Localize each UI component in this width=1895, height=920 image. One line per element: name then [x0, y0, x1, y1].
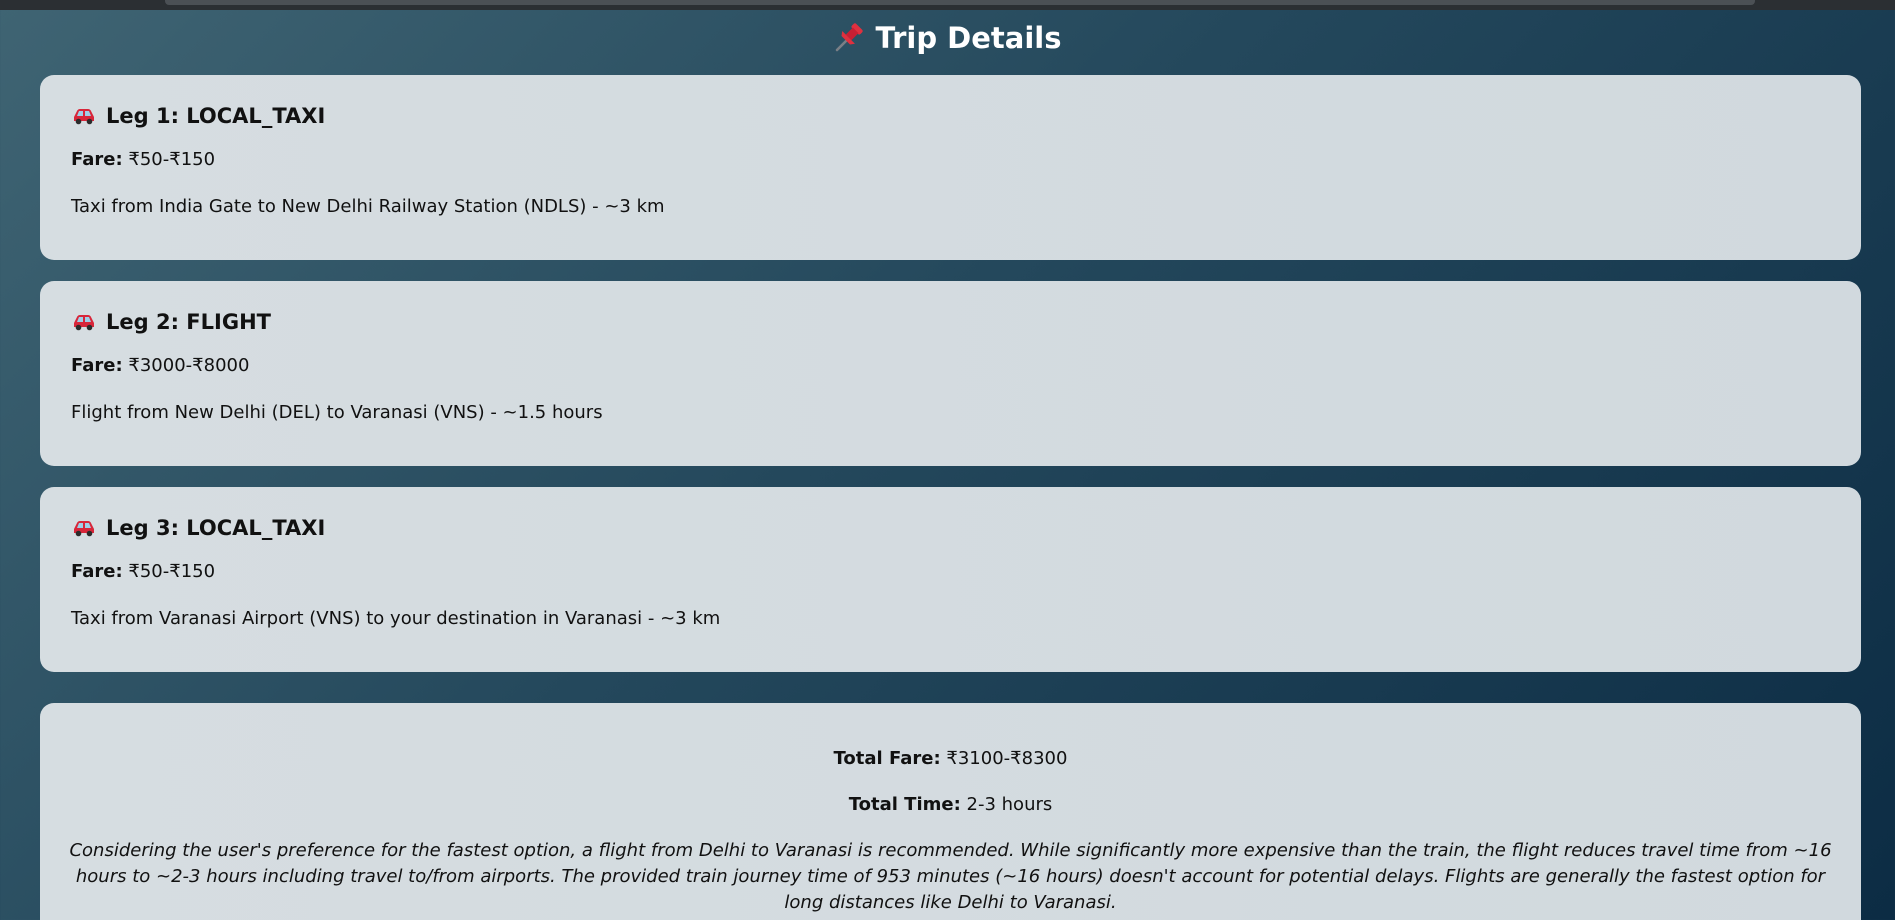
leg-description: Taxi from India Gate to New Delhi Railwa… — [71, 196, 665, 217]
leg-fare: Fare: ₹50-₹150 — [71, 559, 215, 585]
leg-title: Leg 3: LOCAL_TAXI — [72, 513, 325, 543]
leg-description: Flight from New Delhi (DEL) to Varanasi … — [71, 402, 603, 423]
total-fare-label: Total Fare: — [833, 748, 941, 769]
leg-title-text: Leg 3: LOCAL_TAXI — [106, 516, 326, 540]
fare-label: Fare: — [71, 355, 123, 376]
leg-card-2: Leg 2: FLIGHT Fare: ₹3000-₹8000 Flight f… — [40, 281, 1861, 466]
car-icon — [74, 109, 94, 125]
page-title: Trip Details — [0, 18, 1895, 58]
total-fare-value: ₹3100-₹8300 — [946, 748, 1068, 769]
pushpin-icon — [836, 23, 864, 52]
total-fare: Total Fare: ₹3100-₹8300 — [40, 746, 1861, 772]
trip-summary-card: Total Fare: ₹3100-₹8300 Total Time: 2-3 … — [40, 703, 1861, 920]
leg-title: Leg 2: FLIGHT — [72, 307, 271, 337]
browser-top-strip-inner — [165, 0, 1755, 5]
leg-description: Taxi from Varanasi Airport (VNS) to your… — [71, 608, 721, 629]
leg-fare: Fare: ₹50-₹150 — [71, 147, 215, 173]
fare-value: ₹50-₹150 — [128, 149, 216, 170]
page-title-text: Trip Details — [875, 21, 1062, 55]
fare-value: ₹3000-₹8000 — [128, 355, 250, 376]
total-time-value: 2-3 hours — [966, 794, 1053, 815]
leg-fare: Fare: ₹3000-₹8000 — [71, 353, 249, 379]
leg-card-3: Leg 3: LOCAL_TAXI Fare: ₹50-₹150 Taxi fr… — [40, 487, 1861, 672]
fare-value: ₹50-₹150 — [128, 561, 216, 582]
car-icon — [74, 315, 94, 331]
browser-top-strip — [0, 0, 1895, 10]
fare-label: Fare: — [71, 561, 123, 582]
leg-title-text: Leg 2: FLIGHT — [106, 310, 271, 334]
total-time: Total Time: 2-3 hours — [40, 792, 1861, 818]
leg-title: Leg 1: LOCAL_TAXI — [72, 101, 325, 131]
leg-title-text: Leg 1: LOCAL_TAXI — [106, 104, 326, 128]
leg-card-1: Leg 1: LOCAL_TAXI Fare: ₹50-₹150 Taxi fr… — [40, 75, 1861, 260]
recommendation-note: Considering the user's preference for th… — [69, 840, 1832, 913]
car-icon — [74, 521, 94, 537]
total-time-label: Total Time: — [848, 794, 961, 815]
fare-label: Fare: — [71, 149, 123, 170]
